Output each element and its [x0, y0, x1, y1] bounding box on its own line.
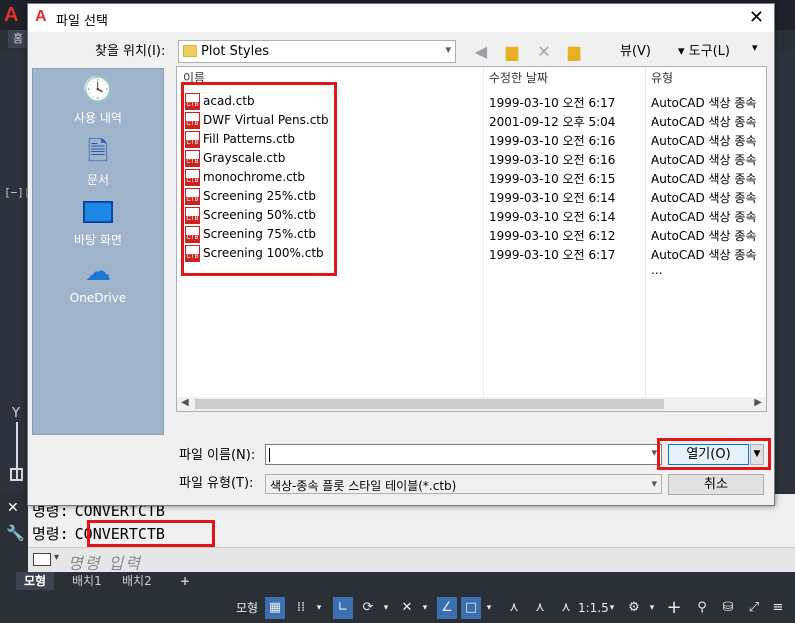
file-date: 1999-03-10 오전 6:17	[489, 96, 616, 110]
file-date: 1999-03-10 오전 6:16	[489, 153, 616, 167]
menu-icon[interactable]: ≡	[768, 597, 788, 619]
lookin-value: Plot Styles	[201, 44, 270, 59]
scroll-left-icon[interactable]: ◀	[181, 397, 189, 408]
command-prompt-label: 명령:	[32, 525, 69, 543]
autocad-icon: A	[35, 8, 47, 25]
auto-scale-icon[interactable]: ⋏	[530, 597, 550, 619]
place-onedrive[interactable]: ☁ OneDrive	[33, 257, 163, 305]
column-header-date[interactable]: 수정한 날짜	[489, 69, 548, 86]
object-snap-tracking-icon[interactable]: ∠	[437, 597, 457, 619]
horizontal-scrollbar[interactable]: ◀ ▶	[177, 397, 766, 411]
place-label: OneDrive	[69, 291, 127, 305]
chevron-down-icon[interactable]: ▾	[606, 597, 618, 619]
place-documents[interactable]: 🗎 문서	[33, 137, 163, 188]
back-arrow-icon[interactable]: ◀	[470, 42, 492, 62]
chevron-down-icon[interactable]: ▾	[646, 597, 658, 619]
object-snap-icon[interactable]: □	[461, 597, 481, 619]
up-folder-icon[interactable]: ▆	[501, 42, 523, 62]
wrench-icon[interactable]: 🔧	[6, 524, 25, 542]
new-folder-icon[interactable]: ▆	[563, 42, 585, 62]
place-label: 사용 내역	[74, 111, 122, 125]
fullscreen-icon[interactable]: ⤢	[744, 597, 764, 619]
delete-icon[interactable]: ✕	[533, 42, 555, 62]
annotation-visibility-icon[interactable]: ⋏	[504, 597, 524, 619]
status-model-button[interactable]: 모형	[231, 597, 263, 619]
place-label: 문서	[86, 173, 110, 187]
desktop-icon	[83, 201, 113, 223]
command-line-handle: ✕ 🔧	[0, 494, 28, 572]
grid-icon[interactable]: ▦	[265, 597, 285, 619]
annotation-scale-icon[interactable]: ⋏	[556, 597, 576, 619]
dialog-titlebar[interactable]: A 파일 선택 ✕	[28, 4, 774, 32]
command-input-placeholder: 명령 입력	[68, 554, 142, 573]
layout-tabs: 모형 배치1 배치2 +	[0, 572, 795, 592]
file-date: 1999-03-10 오전 6:14	[489, 210, 616, 224]
file-date: 1999-03-10 오전 6:12	[489, 229, 616, 243]
chevron-down-icon[interactable]: ▾	[54, 552, 59, 563]
chevron-down-icon[interactable]: ▾	[752, 41, 758, 54]
file-select-dialog: A 파일 선택 ✕ 찾을 위치(I): Plot Styles ▾ ◀ ▆ ✕ …	[27, 3, 775, 506]
gear-icon[interactable]: ⚙	[624, 597, 644, 619]
documents-icon: 🗎	[87, 137, 109, 167]
ribbon-tab-home[interactable]: 홈	[8, 30, 28, 48]
tools-menu[interactable]: ▾ 도구(L)	[678, 40, 730, 59]
folder-icon	[183, 45, 197, 57]
open-button-highlight-box	[657, 438, 771, 470]
file-date: 1999-03-10 오전 6:14	[489, 191, 616, 205]
file-list-highlight-box	[181, 82, 337, 276]
file-date: 1999-03-10 오전 6:17	[489, 248, 616, 262]
lookin-label: 찾을 위치(I):	[95, 44, 166, 59]
file-date: 1999-03-10 오전 6:16	[489, 134, 616, 148]
chevron-down-icon[interactable]: ▾	[483, 597, 495, 619]
file-date: 1999-03-10 오전 6:15	[489, 172, 616, 186]
filetype-value: 색상-종속 플롯 스타일 테이블(*.ctb)	[270, 479, 457, 493]
file-type: AutoCAD 색상 종속 ...	[651, 248, 757, 277]
lookin-dropdown[interactable]: Plot Styles ▾	[178, 40, 456, 63]
ortho-icon[interactable]: ∟	[333, 597, 353, 619]
filetype-label: 파일 유형(T):	[179, 476, 254, 491]
place-desktop[interactable]: 바탕 화면	[33, 197, 163, 248]
cancel-button[interactable]: 취소	[668, 474, 764, 495]
command-highlight-box	[87, 520, 215, 547]
polar-icon[interactable]: ⟳	[358, 597, 378, 619]
chevron-down-icon[interactable]: ▾	[313, 597, 325, 619]
autocad-logo[interactable]: A	[4, 4, 26, 26]
chevron-down-icon[interactable]: ▾	[445, 43, 451, 56]
filename-label: 파일 이름(N):	[179, 448, 256, 463]
column-header-type[interactable]: 유형	[651, 69, 673, 86]
dialog-title: 파일 선택	[56, 14, 108, 29]
place-label: 바탕 화면	[74, 233, 122, 247]
tab-layout2[interactable]: 배치2	[114, 572, 160, 590]
isolate-objects-icon[interactable]: ⚲	[692, 597, 712, 619]
tab-model[interactable]: 모형	[16, 572, 55, 590]
tab-layout1[interactable]: 배치1	[64, 572, 110, 590]
snap-icon[interactable]: ⁞⁞	[291, 597, 311, 619]
filetype-dropdown[interactable]: 색상-종속 플롯 스타일 테이블(*.ctb) ▾	[265, 474, 662, 494]
history-icon: 🕓	[81, 75, 115, 105]
isodraft-icon[interactable]: ✕	[397, 597, 417, 619]
file-date: 2001-09-12 오후 5:04	[489, 115, 616, 129]
close-icon[interactable]: ✕	[7, 500, 19, 516]
ucs-y-label: Y	[12, 406, 20, 421]
file-list[interactable]: 이름 수정한 날짜 유형 acad.ctb 1999-03-10 오전 6:17…	[176, 66, 767, 412]
plus-icon[interactable]: +	[664, 597, 684, 619]
chevron-down-icon[interactable]: ▾	[419, 597, 431, 619]
scroll-right-icon[interactable]: ▶	[754, 397, 762, 408]
place-history[interactable]: 🕓 사용 내역	[33, 75, 163, 126]
chevron-down-icon[interactable]: ▾	[651, 477, 657, 490]
scrollbar-thumb[interactable]	[195, 399, 664, 409]
filename-input[interactable]: ▾	[265, 444, 662, 465]
chevron-down-icon[interactable]: ▾	[380, 597, 392, 619]
views-menu[interactable]: 뷰(V)	[620, 40, 651, 59]
hardware-acceleration-icon[interactable]: ⛁	[718, 597, 738, 619]
tools-label: 도구(L)	[688, 44, 730, 59]
close-icon[interactable]: ✕	[749, 7, 764, 28]
status-bar: 모형 ▦ ⁞⁞ ▾ ∟ ⟳ ▾ ✕ ▾ ∠ □ ▾ ⋏ ⋏ ⋏ 1:1.5 ▾ …	[0, 592, 795, 623]
add-layout-tab[interactable]: +	[172, 572, 198, 590]
command-prompt-icon[interactable]	[33, 553, 51, 566]
places-bar: 🕓 사용 내역 🗎 문서 바탕 화면 ☁ OneDrive	[32, 68, 164, 435]
scale-label[interactable]: 1:1.5	[578, 597, 609, 619]
command-input[interactable]: ▾ 명령 입력	[28, 547, 795, 573]
onedrive-icon: ☁	[85, 257, 111, 287]
